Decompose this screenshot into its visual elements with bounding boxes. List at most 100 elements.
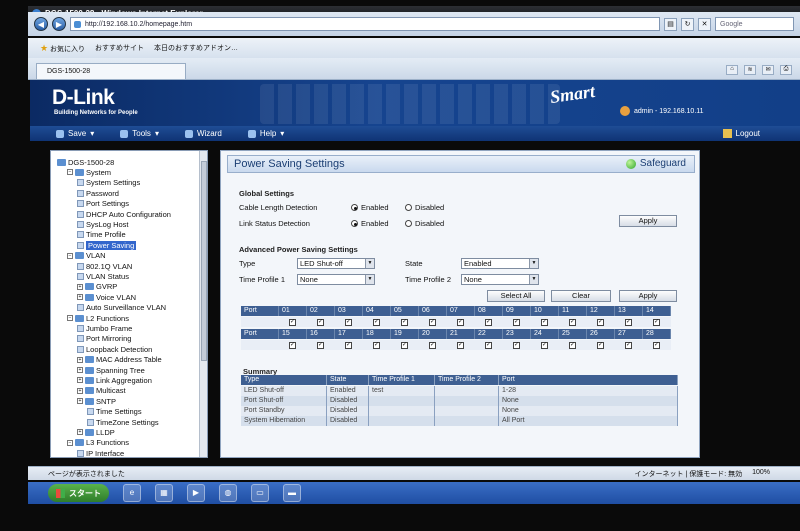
expand-toggle-icon[interactable]: − bbox=[67, 315, 73, 321]
explorer-taskbar-icon[interactable]: ▦ bbox=[155, 484, 173, 502]
url-input[interactable]: http://192.168.10.2/homepage.htm bbox=[70, 17, 660, 31]
tree-item[interactable]: + LLDP bbox=[77, 427, 115, 437]
tree-item[interactable]: DGS-1500-28 bbox=[57, 157, 114, 167]
fav-link-addons[interactable]: 本日のおすすめアドオン… bbox=[154, 43, 238, 53]
port-checkbox[interactable]: ✓ bbox=[289, 318, 296, 326]
tree-item[interactable]: Loopback Detection bbox=[77, 344, 152, 354]
tree-item[interactable]: TimeZone Settings bbox=[87, 417, 159, 427]
compat-view-icon[interactable]: ▤ bbox=[664, 17, 677, 31]
port-checkbox[interactable]: ✓ bbox=[653, 318, 660, 326]
port-checkbox[interactable]: ✓ bbox=[569, 341, 576, 349]
link-disabled-radio[interactable]: Disabled bbox=[405, 219, 444, 228]
port-checkbox[interactable]: ✓ bbox=[401, 318, 408, 326]
port-checkbox[interactable]: ✓ bbox=[485, 341, 492, 349]
tree-item[interactable]: − System bbox=[67, 167, 111, 177]
logout-button[interactable]: Logout bbox=[722, 129, 760, 138]
menu-help[interactable]: Help ▾ bbox=[247, 129, 284, 138]
port-checkbox[interactable]: ✓ bbox=[345, 341, 352, 349]
network-taskbar-icon[interactable]: ◍ bbox=[219, 484, 237, 502]
expand-toggle-icon[interactable]: + bbox=[77, 367, 83, 373]
expand-toggle-icon[interactable]: + bbox=[77, 356, 83, 363]
port-checkbox[interactable]: ✓ bbox=[541, 341, 548, 349]
tree-item[interactable]: VLAN Status bbox=[77, 271, 129, 281]
tree-item[interactable]: 802.1Q VLAN bbox=[77, 261, 132, 271]
console-taskbar-icon[interactable]: ▬ bbox=[283, 484, 301, 502]
refresh-icon[interactable]: ↻ bbox=[681, 17, 694, 31]
stop-icon[interactable]: ✕ bbox=[698, 17, 711, 31]
port-checkbox[interactable]: ✓ bbox=[485, 318, 492, 326]
cable-disabled-radio[interactable]: Disabled bbox=[405, 203, 444, 212]
feeds-icon[interactable]: ≋ bbox=[744, 65, 756, 75]
tree-item[interactable]: Power Saving bbox=[77, 240, 137, 250]
port-checkbox[interactable]: ✓ bbox=[513, 341, 520, 349]
tab-dgs[interactable]: DGS-1500-28 bbox=[36, 63, 186, 79]
clear-button[interactable]: Clear bbox=[551, 290, 611, 302]
back-arrow-icon[interactable]: ◀ bbox=[34, 17, 48, 31]
tree-item[interactable]: + GVRP bbox=[77, 282, 117, 292]
state-select[interactable]: Enabled ▼ bbox=[461, 258, 539, 269]
time-profile-2-select[interactable]: None ▼ bbox=[461, 274, 539, 285]
menu-wizard[interactable]: Wizard bbox=[184, 129, 222, 138]
select-all-button[interactable]: Select All bbox=[487, 290, 545, 302]
port-checkbox[interactable]: ✓ bbox=[317, 341, 324, 349]
window-taskbar-icon[interactable]: ▭ bbox=[251, 484, 269, 502]
tree-item[interactable]: System Settings bbox=[77, 178, 140, 188]
port-checkbox[interactable]: ✓ bbox=[429, 318, 436, 326]
tree-item[interactable]: − L3 Functions bbox=[67, 438, 129, 448]
expand-toggle-icon[interactable]: − bbox=[67, 439, 73, 446]
type-select[interactable]: LED Shut-off ▼ bbox=[297, 258, 375, 269]
favorites-button[interactable]: ★ お気に入り bbox=[40, 43, 85, 54]
expand-toggle-icon[interactable]: + bbox=[77, 398, 83, 405]
expand-toggle-icon[interactable]: − bbox=[67, 252, 73, 259]
global-apply-button[interactable]: Apply bbox=[619, 215, 677, 227]
port-checkbox[interactable]: ✓ bbox=[345, 318, 352, 326]
zoom-level[interactable]: 100% bbox=[752, 469, 770, 479]
forward-arrow-icon[interactable]: ▶ bbox=[52, 17, 66, 31]
expand-toggle-icon[interactable]: − bbox=[67, 169, 73, 176]
tree-item[interactable]: Auto Surveillance VLAN bbox=[77, 303, 166, 313]
media-player-taskbar-icon[interactable]: ▶ bbox=[187, 484, 205, 502]
tree-item[interactable]: Jumbo Frame bbox=[77, 323, 132, 333]
tree-item[interactable]: Time Profile bbox=[77, 230, 126, 240]
ie-taskbar-icon[interactable]: e bbox=[123, 484, 141, 502]
tree-item[interactable]: + Spanning Tree bbox=[77, 365, 145, 375]
tree-item[interactable]: + Link Aggregation bbox=[77, 375, 152, 385]
tree-item[interactable]: + Voice VLAN bbox=[77, 292, 136, 302]
expand-toggle-icon[interactable]: + bbox=[77, 283, 83, 290]
port-checkbox[interactable]: ✓ bbox=[401, 341, 408, 349]
tree-item[interactable]: Port Settings bbox=[77, 199, 129, 209]
tree-item[interactable]: IP Interface bbox=[77, 448, 124, 457]
tree-item[interactable]: Time Settings bbox=[87, 407, 142, 417]
port-checkbox[interactable]: ✓ bbox=[625, 341, 632, 349]
menu-tools[interactable]: Tools ▾ bbox=[120, 129, 159, 138]
tree-item[interactable]: Port Mirroring bbox=[77, 334, 131, 344]
port-checkbox[interactable]: ✓ bbox=[289, 341, 296, 349]
port-checkbox[interactable]: ✓ bbox=[653, 341, 660, 349]
port-checkbox[interactable]: ✓ bbox=[317, 318, 324, 326]
tree-item[interactable]: − L2 Functions bbox=[67, 313, 129, 323]
menu-save[interactable]: Save ▾ bbox=[56, 129, 94, 138]
cable-enabled-radio[interactable]: Enabled bbox=[351, 203, 389, 212]
tree-item[interactable]: − VLAN bbox=[67, 251, 106, 261]
port-checkbox[interactable]: ✓ bbox=[597, 318, 604, 326]
mail-icon[interactable]: ✉ bbox=[762, 65, 774, 75]
tree-item[interactable]: + MAC Address Table bbox=[77, 355, 162, 365]
tree-item[interactable]: DHCP Auto Configuration bbox=[77, 209, 171, 219]
port-checkbox[interactable]: ✓ bbox=[597, 341, 604, 349]
tree-scrollbar[interactable] bbox=[199, 151, 207, 457]
port-apply-button[interactable]: Apply bbox=[619, 290, 677, 302]
safeguard-indicator[interactable]: Safeguard bbox=[625, 158, 686, 169]
time-profile-1-select[interactable]: None ▼ bbox=[297, 274, 375, 285]
port-checkbox[interactable]: ✓ bbox=[541, 318, 548, 326]
expand-toggle-icon[interactable]: + bbox=[77, 387, 83, 394]
expand-toggle-icon[interactable]: + bbox=[77, 294, 83, 301]
port-checkbox[interactable]: ✓ bbox=[457, 318, 464, 326]
port-checkbox[interactable]: ✓ bbox=[373, 318, 380, 326]
search-input[interactable]: Google bbox=[715, 17, 794, 31]
port-checkbox[interactable]: ✓ bbox=[569, 318, 576, 326]
port-checkbox[interactable]: ✓ bbox=[625, 318, 632, 326]
port-checkbox[interactable]: ✓ bbox=[429, 341, 436, 349]
expand-toggle-icon[interactable]: + bbox=[77, 429, 83, 436]
print-icon[interactable]: ⎙ bbox=[780, 65, 792, 75]
expand-toggle-icon[interactable]: + bbox=[77, 377, 83, 384]
